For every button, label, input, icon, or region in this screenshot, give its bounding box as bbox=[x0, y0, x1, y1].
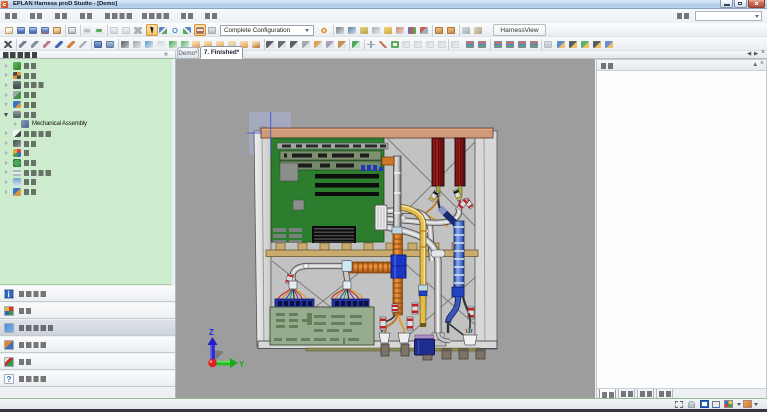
svg-text:Z: Z bbox=[209, 328, 214, 337]
svg-text:Y: Y bbox=[239, 360, 245, 369]
